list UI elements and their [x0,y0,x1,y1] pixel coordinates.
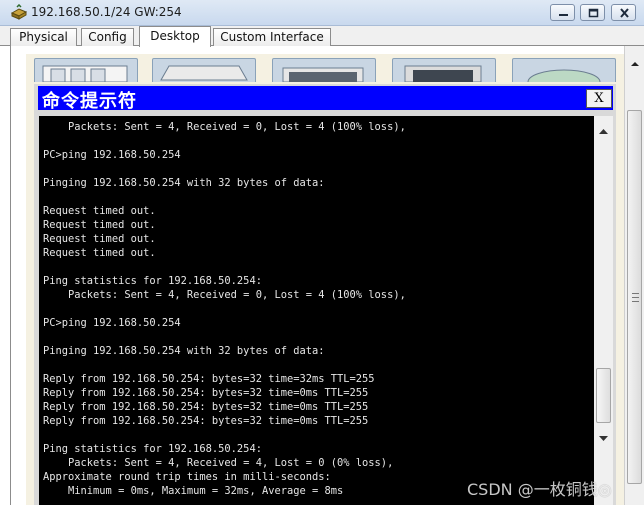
console-scroll-thumb[interactable] [596,368,611,423]
desktop-app-icon-web-browser[interactable] [512,58,616,82]
tab-strip: Physical Config Desktop Custom Interface [0,26,644,47]
tab-desktop[interactable]: Desktop [139,26,211,47]
console-line: PC>ping 192.168.50.254 [43,149,181,161]
console-scroll-down-icon[interactable] [598,428,609,447]
desktop-app-icon-dial-up[interactable] [152,58,256,82]
maximize-button[interactable] [580,4,605,21]
console-scrollbar[interactable] [594,116,613,505]
tab-config[interactable]: Config [81,28,134,46]
window-titlebar: 192.168.50.1/24 GW:254 [0,0,644,26]
console-line: Request timed out. [43,205,156,217]
console-line: Ping statistics for 192.168.50.254: [43,443,262,455]
close-button[interactable] [611,4,636,21]
console-line: Packets: Sent = 4, Received = 4, Lost = … [43,457,394,469]
console-line: Reply from 192.168.50.254: bytes=32 time… [43,387,369,399]
console-line: PC>ping 192.168.50.254 [43,317,181,329]
tab-physical[interactable]: Physical [10,28,77,46]
console-line: Packets: Sent = 4, Received = 0, Lost = … [43,121,406,133]
console-line: Pinging 192.168.50.254 with 32 bytes of … [43,177,325,189]
console-line: Reply from 192.168.50.254: bytes=32 time… [43,401,369,413]
minimize-button[interactable] [550,4,575,21]
console-line: Reply from 192.168.50.254: bytes=32 time… [43,415,369,427]
console-line: Request timed out. [43,233,156,245]
console-scroll-up-icon[interactable] [598,120,609,139]
console-output[interactable]: Packets: Sent = 4, Received = 0, Lost = … [39,116,613,505]
console-line: Request timed out. [43,219,156,231]
desktop-app-icon-terminal[interactable] [272,58,376,82]
router-device-icon [10,3,28,21]
window-title: 192.168.50.1/24 GW:254 [31,5,182,19]
console-line: Request timed out. [43,247,156,259]
scroll-up-arrow-icon[interactable] [628,56,642,70]
console-line: Pinging 192.168.50.254 with 32 bytes of … [43,345,325,357]
watermark-text: CSDN @一枚铜钱◎ [467,480,612,499]
console-line: Reply from 192.168.50.254: bytes=32 time… [43,373,375,385]
command-prompt-close-button[interactable]: X [586,89,612,108]
console-line: Packets: Sent = 4, Received = 0, Lost = … [43,289,406,301]
console-line: Ping statistics for 192.168.50.254: [43,275,262,287]
command-prompt-title: 命令提示符 [42,91,137,112]
scroll-thumb[interactable] [627,110,642,484]
desktop-app-icon-command-prompt[interactable] [392,58,496,82]
tab-custom-interface[interactable]: Custom Interface [213,28,331,46]
desktop-app-icon-ip-configuration[interactable] [34,58,138,82]
desktop-vertical-scrollbar[interactable] [624,46,644,505]
command-prompt-titlebar: 命令提示符 X [38,86,613,112]
scroll-grip-icon [632,293,639,302]
command-prompt-window: 命令提示符 X Packets: Sent = 4, Received = 0,… [34,84,616,505]
console-lines: Packets: Sent = 4, Received = 0, Lost = … [43,120,593,498]
